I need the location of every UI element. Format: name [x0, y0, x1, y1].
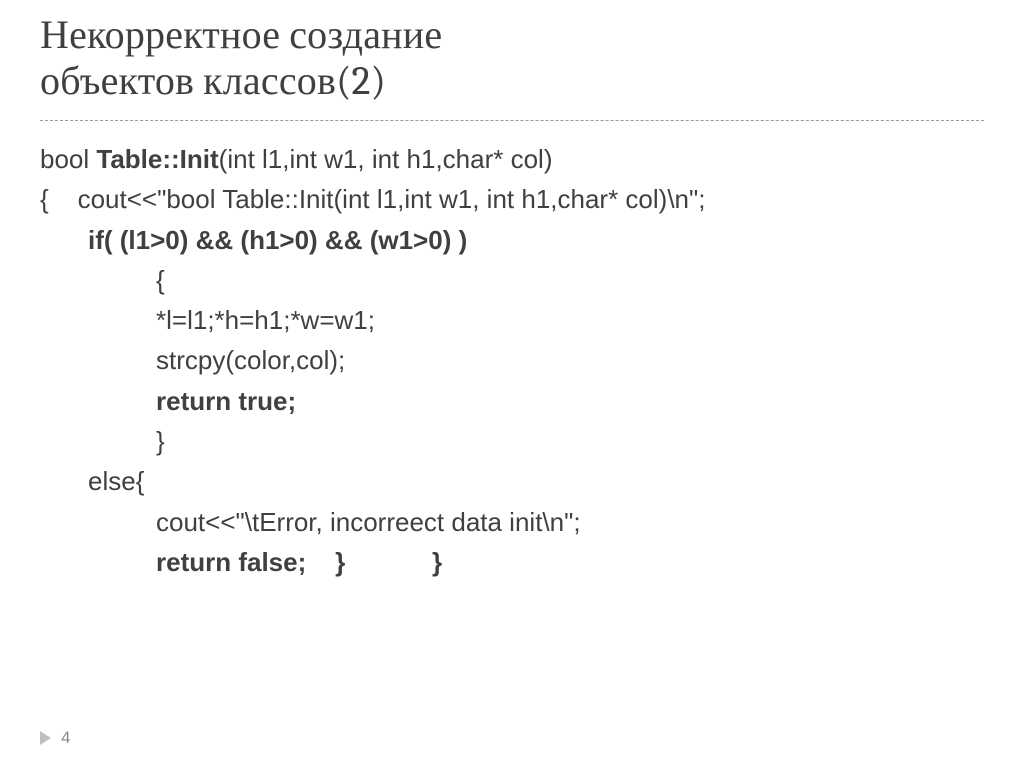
code-line-5: *l=l1;*h=h1;*w=w1; [40, 300, 984, 340]
code-line-11: return false; } } [40, 542, 984, 582]
code-func-name: Table::Init [96, 144, 218, 174]
code-line-8: } [40, 421, 984, 461]
slide-footer: 4 [40, 728, 70, 748]
page-number: 4 [61, 728, 70, 748]
code-line-1: bool Table::Init(int l1,int w1, int h1,c… [40, 139, 984, 179]
code-line-10: cout<<"\tError, incorreect data init\n"; [40, 502, 984, 542]
code-func-args: (int l1,int w1, int h1,char* col) [219, 144, 553, 174]
slide-title-line1: Некорректное создание [40, 12, 442, 58]
chevron-right-icon [40, 731, 51, 745]
slide-title: Некорректное создание объектов классов(2… [40, 12, 984, 110]
title-divider [40, 120, 984, 121]
slide: Некорректное создание объектов классов(2… [0, 0, 1024, 768]
code-line-9: else{ [40, 461, 984, 501]
code-line-4: { [40, 260, 984, 300]
slide-title-line2: объектов классов(2) [40, 58, 386, 104]
code-line-3: if( (l1>0) && (h1>0) && (w1>0) ) [40, 220, 984, 260]
code-line-2: { cout<<"bool Table::Init(int l1,int w1,… [40, 179, 984, 219]
slide-body: bool Table::Init(int l1,int w1, int h1,c… [40, 139, 984, 582]
code-line-6: strcpy(color,col); [40, 340, 984, 380]
code-keyword-bool: bool [40, 144, 96, 174]
code-line-7: return true; [40, 381, 984, 421]
